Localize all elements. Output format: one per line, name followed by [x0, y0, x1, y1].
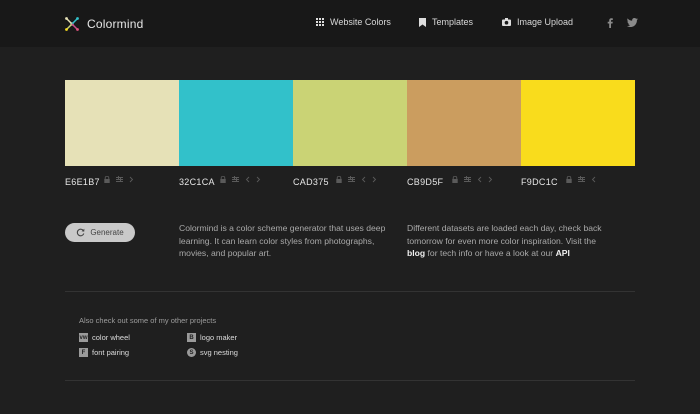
- adjust-icon[interactable]: [464, 176, 471, 183]
- project-svg-nesting[interactable]: S svg nesting: [187, 348, 238, 357]
- arrow-right-icon[interactable]: [488, 176, 493, 183]
- color-wheel-icon: vw: [79, 333, 88, 342]
- lock-icon[interactable]: [104, 176, 110, 183]
- nav-label: Image Upload: [517, 17, 574, 27]
- project-logo-maker[interactable]: B logo maker: [187, 333, 237, 342]
- arrow-right-icon[interactable]: [129, 176, 134, 183]
- bookmark-icon: [419, 17, 426, 27]
- adjust-icon[interactable]: [578, 176, 585, 183]
- project-label: color wheel: [92, 333, 130, 342]
- arrow-left-icon[interactable]: [245, 176, 250, 183]
- twitter-icon[interactable]: [627, 18, 638, 27]
- datasets-text: Different datasets are loaded each day, …: [407, 222, 607, 260]
- color-swatch-1[interactable]: [65, 80, 179, 166]
- arrow-left-icon[interactable]: [591, 176, 596, 183]
- generate-label: Generate: [90, 228, 124, 237]
- datasets-text-middle: for tech info or have a look at our: [427, 248, 554, 258]
- brand-name[interactable]: Colormind: [87, 17, 144, 31]
- arrow-right-icon[interactable]: [372, 176, 377, 183]
- color-swatch-4[interactable]: [407, 80, 521, 166]
- arrow-left-icon[interactable]: [477, 176, 482, 183]
- facebook-icon[interactable]: [607, 18, 613, 28]
- hex-code-3[interactable]: CAD375: [293, 177, 329, 187]
- nav-label: Website Colors: [330, 17, 391, 27]
- lock-icon[interactable]: [336, 176, 342, 183]
- nav-templates[interactable]: Templates: [419, 17, 473, 27]
- swatch-tools-2: [220, 176, 261, 183]
- swatch-tools-1: [104, 176, 134, 183]
- project-label: svg nesting: [200, 348, 238, 357]
- top-bar: Colormind Website Colors Templates Image…: [0, 0, 700, 47]
- blog-link[interactable]: blog: [407, 248, 425, 258]
- datasets-text-start: Different datasets are loaded each day, …: [407, 223, 602, 246]
- adjust-icon[interactable]: [116, 176, 123, 183]
- arrow-right-icon[interactable]: [256, 176, 261, 183]
- nav-label: Templates: [432, 17, 474, 27]
- adjust-icon[interactable]: [232, 176, 239, 183]
- project-font-pairing[interactable]: F font pairing: [79, 348, 129, 357]
- about-text: Colormind is a color scheme generator th…: [179, 223, 386, 258]
- swatch-tools-5: [566, 176, 596, 183]
- color-swatch-2[interactable]: [179, 80, 293, 166]
- lock-icon[interactable]: [452, 176, 458, 183]
- lock-icon[interactable]: [566, 176, 572, 183]
- project-label: font pairing: [92, 348, 130, 357]
- colormind-logo-icon[interactable]: [64, 16, 80, 32]
- divider: [65, 380, 635, 381]
- swatch-tools-3: [336, 176, 377, 183]
- lock-icon[interactable]: [220, 176, 226, 183]
- hex-code-5[interactable]: F9DC1C: [521, 177, 558, 187]
- hex-code-2[interactable]: 32C1CA: [179, 177, 215, 187]
- nav-image-upload[interactable]: Image Upload: [502, 17, 573, 27]
- divider: [65, 291, 635, 292]
- api-link[interactable]: API: [556, 248, 570, 258]
- nav-website-colors[interactable]: Website Colors: [316, 17, 391, 27]
- refresh-icon: [77, 228, 85, 237]
- swatch-tools-4: [452, 176, 493, 183]
- adjust-icon[interactable]: [348, 176, 355, 183]
- project-color-wheel[interactable]: vw color wheel: [79, 333, 130, 342]
- projects-heading: Also check out some of my other projects: [79, 316, 217, 325]
- color-swatch-3[interactable]: [293, 80, 407, 166]
- hex-code-4[interactable]: CB9D5F: [407, 177, 443, 187]
- hex-code-1[interactable]: E6E1B7: [65, 177, 100, 187]
- svg-nesting-icon: S: [187, 348, 196, 357]
- arrow-left-icon[interactable]: [361, 176, 366, 183]
- logo-maker-icon: B: [187, 333, 196, 342]
- color-swatch-5[interactable]: [521, 80, 635, 166]
- project-label: logo maker: [200, 333, 238, 342]
- grid-icon: [316, 18, 324, 26]
- generate-button[interactable]: Generate: [65, 223, 135, 242]
- camera-icon: [502, 18, 511, 26]
- font-pairing-icon: F: [79, 348, 88, 357]
